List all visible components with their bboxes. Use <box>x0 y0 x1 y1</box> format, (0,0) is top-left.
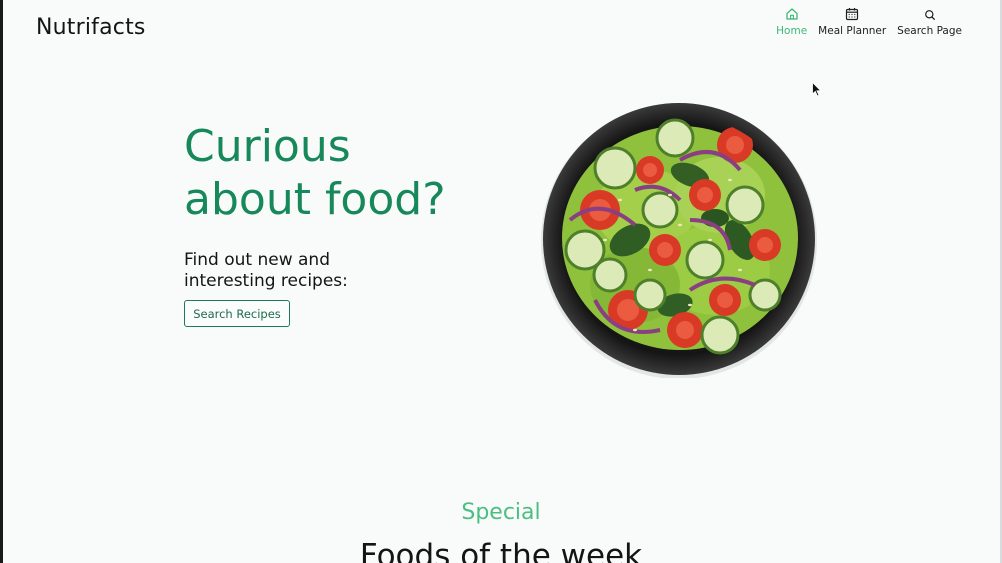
section-heading: Foods of the week <box>359 538 643 563</box>
home-icon <box>786 8 798 20</box>
hero-subtitle-line1: Find out new and <box>184 250 331 270</box>
hero-subtitle: Find out new and interesting recipes: <box>184 250 384 292</box>
mouse-cursor-icon <box>812 82 822 97</box>
nav-home[interactable]: Home <box>776 7 807 37</box>
nav-meal-planner-label: Meal Planner <box>818 25 887 37</box>
hero-subtitle-line2: interesting recipes: <box>184 271 348 291</box>
page: Nutrifacts Home Meal Planner Search Page… <box>0 0 1002 563</box>
search-recipes-button[interactable]: Search Recipes <box>184 300 290 327</box>
main-nav: Home Meal Planner Search Page <box>776 7 962 37</box>
hero-title: Curious about food? <box>184 120 504 226</box>
site-logo[interactable]: Nutrifacts <box>36 15 146 40</box>
nav-home-label: Home <box>776 25 808 37</box>
nav-search-page-label: Search Page <box>897 25 962 37</box>
search-icon <box>924 10 935 20</box>
section-eyebrow: Special <box>461 500 541 525</box>
nav-search-page[interactable]: Search Page <box>897 7 962 37</box>
calendar-icon <box>846 8 859 21</box>
hero-title-line1: Curious <box>184 121 351 172</box>
hero-title-line2: about food? <box>184 174 446 225</box>
nav-meal-planner[interactable]: Meal Planner <box>818 7 886 37</box>
window-edge <box>0 0 3 563</box>
salad-bowl-image <box>540 100 818 379</box>
